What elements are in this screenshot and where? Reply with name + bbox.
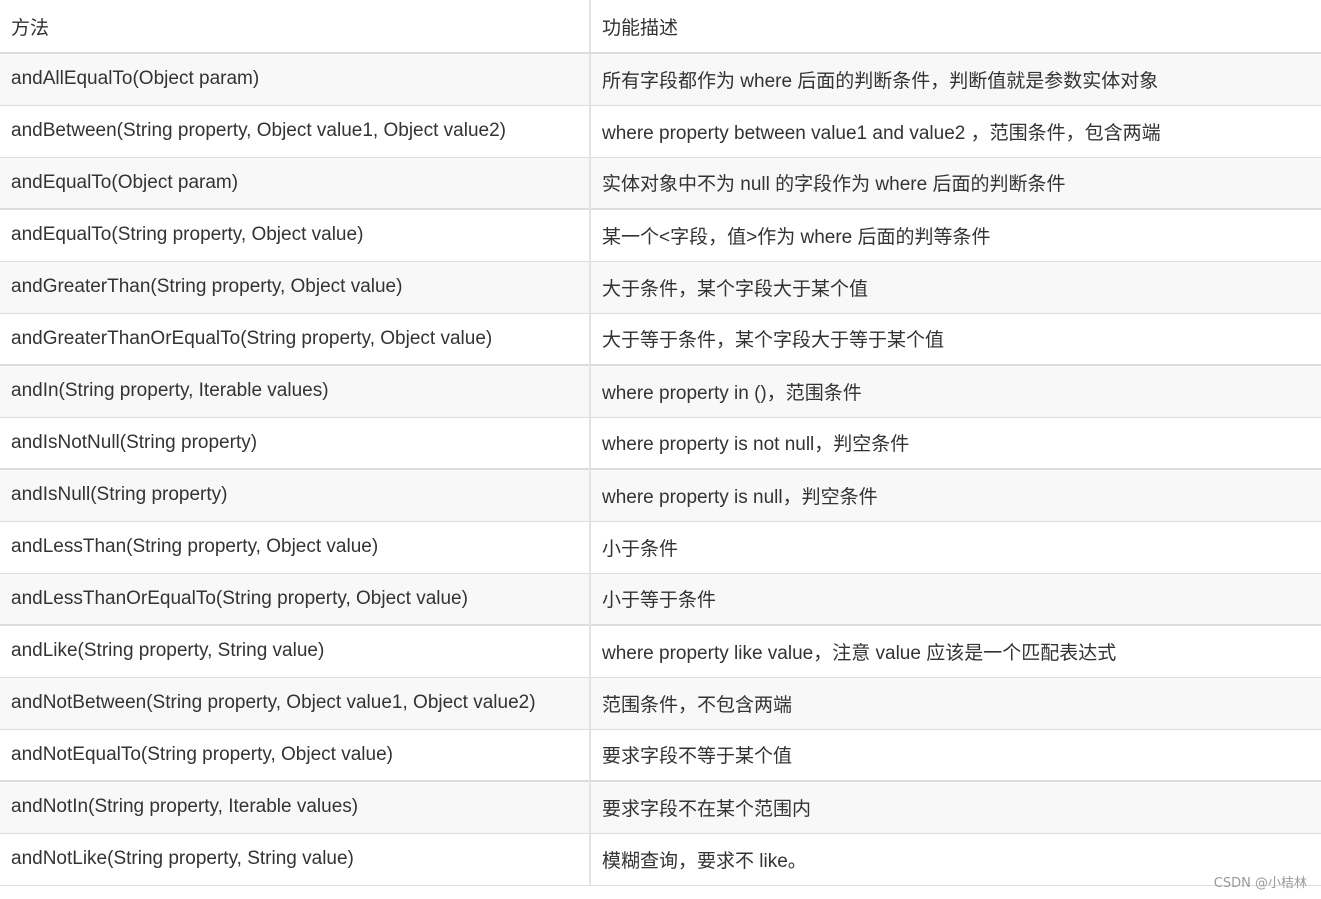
method-cell: andBetween(String property, Object value…	[0, 104, 591, 158]
header-row: 方法 功能描述	[0, 0, 1321, 54]
method-cell: andNotIn(String property, Iterable value…	[0, 780, 591, 834]
table-row: andEqualTo(String property, Object value…	[0, 208, 1321, 262]
table-body: andAllEqualTo(Object param) 所有字段都作为 wher…	[0, 52, 1321, 886]
table-row: andGreaterThanOrEqualTo(String property,…	[0, 312, 1321, 366]
table-row: andNotBetween(String property, Object va…	[0, 676, 1321, 730]
method-cell: andIsNotNull(String property)	[0, 416, 591, 470]
table-row: andNotEqualTo(String property, Object va…	[0, 728, 1321, 782]
method-cell: andEqualTo(Object param)	[0, 156, 591, 210]
description-cell: 范围条件，不包含两端	[590, 676, 1321, 730]
header-method: 方法	[0, 0, 591, 54]
header-description: 功能描述	[590, 0, 1321, 54]
description-cell: where property in ()，范围条件	[590, 364, 1321, 418]
table-row: andIn(String property, Iterable values) …	[0, 364, 1321, 418]
description-cell: 要求字段不在某个范围内	[590, 780, 1321, 834]
method-cell: andNotEqualTo(String property, Object va…	[0, 728, 591, 782]
method-cell: andAllEqualTo(Object param)	[0, 52, 591, 106]
method-cell: andEqualTo(String property, Object value…	[0, 208, 591, 262]
method-cell: andIsNull(String property)	[0, 468, 591, 522]
method-cell: andLessThanOrEqualTo(String property, Ob…	[0, 572, 591, 626]
description-cell: 某一个<字段，值>作为 where 后面的判等条件	[590, 208, 1321, 262]
table-header: 方法 功能描述	[0, 0, 1321, 54]
table-row: andNotIn(String property, Iterable value…	[0, 780, 1321, 834]
method-cell: andLessThan(String property, Object valu…	[0, 520, 591, 574]
description-cell: 模糊查询，要求不 like。	[590, 832, 1321, 886]
description-cell: 所有字段都作为 where 后面的判断条件，判断值就是参数实体对象	[590, 52, 1321, 106]
table-row: andIsNotNull(String property) where prop…	[0, 416, 1321, 470]
method-cell: andGreaterThan(String property, Object v…	[0, 260, 591, 314]
table-row: andLike(String property, String value) w…	[0, 624, 1321, 678]
description-cell: where property between value1 and value2…	[590, 104, 1321, 158]
table-row: andBetween(String property, Object value…	[0, 104, 1321, 158]
method-cell: andNotLike(String property, String value…	[0, 832, 591, 886]
method-cell: andNotBetween(String property, Object va…	[0, 676, 591, 730]
table-row: andNotLike(String property, String value…	[0, 832, 1321, 886]
method-cell: andGreaterThanOrEqualTo(String property,…	[0, 312, 591, 366]
table-row: andIsNull(String property) where propert…	[0, 468, 1321, 522]
description-cell: 小于等于条件	[590, 572, 1321, 626]
table-row: andGreaterThan(String property, Object v…	[0, 260, 1321, 314]
page: 方法 功能描述 andAllEqualTo(Object param) 所有字段…	[0, 0, 1321, 899]
description-cell: 大于条件，某个字段大于某个值	[590, 260, 1321, 314]
description-cell: where property is null，判空条件	[590, 468, 1321, 522]
description-cell: where property like value，注意 value 应该是一个…	[590, 624, 1321, 678]
table-row: andLessThan(String property, Object valu…	[0, 520, 1321, 574]
table-row: andEqualTo(Object param) 实体对象中不为 null 的字…	[0, 156, 1321, 210]
watermark: CSDN @小桔林	[1213, 876, 1307, 891]
description-cell: 要求字段不等于某个值	[590, 728, 1321, 782]
table-row: andAllEqualTo(Object param) 所有字段都作为 wher…	[0, 52, 1321, 106]
table-row: andLessThanOrEqualTo(String property, Ob…	[0, 572, 1321, 626]
methods-table: 方法 功能描述 andAllEqualTo(Object param) 所有字段…	[0, 0, 1321, 886]
description-cell: 大于等于条件，某个字段大于等于某个值	[590, 312, 1321, 366]
description-cell: where property is not null，判空条件	[590, 416, 1321, 470]
method-cell: andIn(String property, Iterable values)	[0, 364, 591, 418]
description-cell: 实体对象中不为 null 的字段作为 where 后面的判断条件	[590, 156, 1321, 210]
description-cell: 小于条件	[590, 520, 1321, 574]
method-cell: andLike(String property, String value)	[0, 624, 591, 678]
